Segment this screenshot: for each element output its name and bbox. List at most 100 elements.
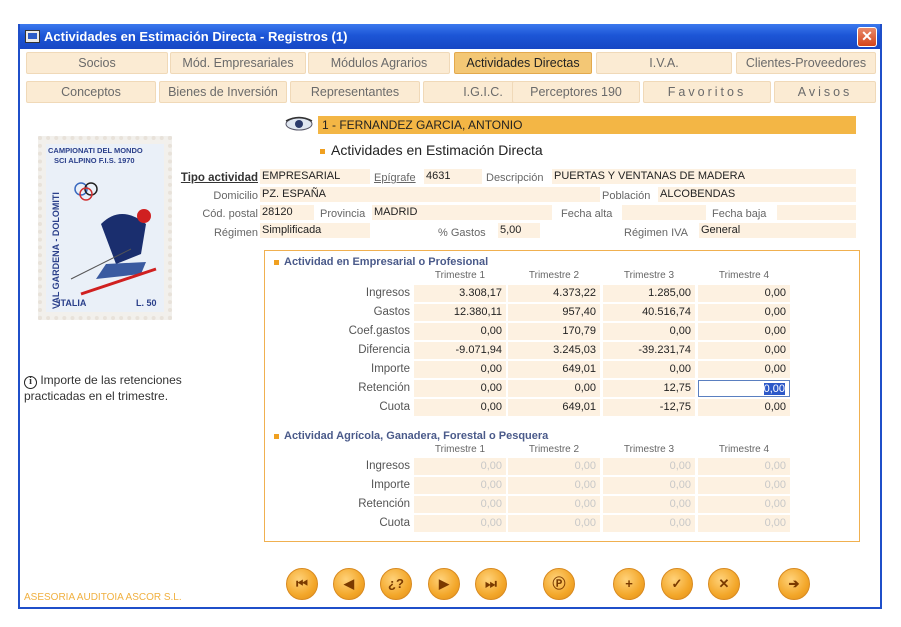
agricola-value-cell[interactable]: 0,00: [603, 515, 695, 532]
tab-bienes-inversion[interactable]: Bienes de Inversión: [159, 81, 287, 103]
search-button[interactable]: ¿?: [380, 568, 412, 600]
codigo-postal-field[interactable]: 28120: [260, 205, 314, 220]
gastos-pct-field[interactable]: 5,00: [498, 223, 540, 238]
empresarial-value-cell[interactable]: 649,01: [508, 399, 600, 416]
empresarial-value-cell[interactable]: 0,00: [698, 285, 790, 302]
tab-clientes-proveedores[interactable]: Clientes-Proveedores: [736, 52, 876, 74]
empresarial-value-cell[interactable]: 0,00: [414, 361, 506, 378]
empresarial-value-cell[interactable]: 649,01: [508, 361, 600, 378]
fecha-baja-field[interactable]: [777, 205, 856, 220]
cancel-button[interactable]: ✕: [708, 568, 740, 600]
empresarial-value-cell[interactable]: 0,00: [698, 304, 790, 321]
company-footer: ASESORIA AUDITOIA ASCOR S.L.: [24, 592, 182, 603]
empresarial-value-cell[interactable]: 3.245,03: [508, 342, 600, 359]
fecha-baja-label: Fecha baja: [712, 208, 767, 220]
agricola-value-cell[interactable]: 0,00: [698, 477, 790, 494]
empresarial-value-cell[interactable]: 40.516,74: [603, 304, 695, 321]
tipo-actividad-field[interactable]: EMPRESARIAL: [260, 169, 370, 184]
regimen-iva-field[interactable]: General: [699, 223, 856, 238]
fecha-alta-label: Fecha alta: [561, 208, 613, 220]
agricola-value-cell[interactable]: 0,00: [603, 477, 695, 494]
agricola-value-cell[interactable]: 0,00: [603, 496, 695, 513]
empresarial-value-cell[interactable]: -9.071,94: [414, 342, 506, 359]
info-text-line1: Importe de las retenciones: [40, 373, 182, 387]
tab-perceptores-190[interactable]: Perceptores 190: [512, 81, 640, 103]
agricola-value-cell[interactable]: 0,00: [698, 458, 790, 475]
empresarial-value-cell[interactable]: 0,00: [414, 323, 506, 340]
tipo-actividad-label[interactable]: Tipo actividad: [170, 172, 258, 184]
empresarial-value-cell[interactable]: 12,75: [603, 380, 695, 397]
accept-button[interactable]: ✓: [661, 568, 693, 600]
tab-socios[interactable]: Socios: [26, 52, 168, 74]
fecha-alta-field[interactable]: [622, 205, 706, 220]
tab-modulos-empresariales[interactable]: Mód. Empresariales: [170, 52, 306, 74]
add-button[interactable]: +: [613, 568, 645, 600]
empresarial-value-cell[interactable]: 170,79: [508, 323, 600, 340]
skier-illustration: [70, 182, 157, 296]
domicilio-field[interactable]: PZ. ESPAÑA: [260, 187, 600, 202]
empresarial-value-cell[interactable]: 0,00: [508, 380, 600, 397]
poblacion-field[interactable]: ALCOBENDAS: [658, 187, 856, 202]
agricola-value-cell[interactable]: 0,00: [414, 496, 506, 513]
agricola-value-cell[interactable]: 0,00: [698, 515, 790, 532]
agricola-value-cell[interactable]: 0,00: [508, 496, 600, 513]
agricola-quarter-header: Trimestre 2: [528, 444, 580, 455]
empresarial-value-cell[interactable]: 3.308,17: [414, 285, 506, 302]
agricola-value-cell[interactable]: 0,00: [414, 477, 506, 494]
regimen-field[interactable]: Simplificada: [260, 223, 370, 238]
agricola-value-cell[interactable]: 0,00: [698, 496, 790, 513]
tab-actividades-directas[interactable]: Actividades Directas: [454, 52, 592, 74]
agricola-value-cell[interactable]: 0,00: [414, 515, 506, 532]
empresarial-row-label: Ingresos: [365, 287, 410, 299]
regimen-label: Régimen: [213, 227, 258, 239]
empresarial-value-cell[interactable]: 957,40: [508, 304, 600, 321]
poblacion-label: Población: [602, 190, 651, 202]
tab-avisos[interactable]: Avisos: [774, 81, 876, 103]
empresarial-value-cell[interactable]: 0,00: [698, 342, 790, 359]
empresarial-value-cell[interactable]: 1.285,00: [603, 285, 695, 302]
previous-record-button[interactable]: ◀: [333, 568, 365, 600]
selected-value[interactable]: 0,00: [763, 383, 785, 395]
tab-modulos-agrarios[interactable]: Módulos Agrarios: [308, 52, 450, 74]
descripcion-field[interactable]: PUERTAS Y VENTANAS DE MADERA: [552, 169, 856, 184]
tab-favoritos[interactable]: Favoritos: [643, 81, 771, 103]
agricola-row-label: Retención: [358, 498, 410, 510]
empresarial-value-cell[interactable]: 0,00: [603, 361, 695, 378]
agricola-value-cell[interactable]: 0,00: [508, 477, 600, 494]
provincia-label: Provincia: [320, 208, 366, 220]
close-button[interactable]: ✕: [857, 27, 877, 47]
first-record-button[interactable]: ⏮: [286, 568, 318, 600]
empresarial-value-cell[interactable]: -12,75: [603, 399, 695, 416]
epigrafe-field[interactable]: 4631: [424, 169, 482, 184]
stamp-value: L. 50: [136, 298, 157, 308]
empresarial-value-cell[interactable]: 0,00: [698, 380, 790, 397]
empresarial-quarter-header: Trimestre 2: [528, 270, 580, 281]
last-record-button[interactable]: ⏭: [475, 568, 507, 600]
empresarial-value-cell[interactable]: 0,00: [698, 361, 790, 378]
empresarial-value-cell[interactable]: 4.373,22: [508, 285, 600, 302]
empresarial-value-cell[interactable]: 12.380,11: [414, 304, 506, 321]
empresarial-quarter-header: Trimestre 4: [718, 270, 770, 281]
agricola-value-cell[interactable]: 0,00: [603, 458, 695, 475]
tab-representantes[interactable]: Representantes: [290, 81, 420, 103]
empresarial-value-cell[interactable]: 0,00: [414, 399, 506, 416]
app-window: Actividades en Estimación Directa - Regi…: [18, 24, 882, 609]
tab-iva[interactable]: I.V.A.: [596, 52, 732, 74]
empresarial-value-cell[interactable]: 0,00: [698, 399, 790, 416]
tab-conceptos[interactable]: Conceptos: [26, 81, 156, 103]
agricola-value-cell[interactable]: 0,00: [414, 458, 506, 475]
empresarial-value-cell[interactable]: 0,00: [603, 323, 695, 340]
exit-button[interactable]: ➔: [778, 568, 810, 600]
print-button[interactable]: Ⓟ: [543, 568, 575, 600]
provincia-field[interactable]: MADRID: [372, 205, 552, 220]
empresarial-value-cell[interactable]: -39.231,74: [603, 342, 695, 359]
agricola-value-cell[interactable]: 0,00: [508, 458, 600, 475]
agricola-quarter-header: Trimestre 4: [718, 444, 770, 455]
empresarial-row-label: Retención: [358, 382, 410, 394]
agricola-value-cell[interactable]: 0,00: [508, 515, 600, 532]
empresarial-value-cell[interactable]: 0,00: [698, 323, 790, 340]
empresarial-value-cell[interactable]: 0,00: [414, 380, 506, 397]
next-record-button[interactable]: ▶: [428, 568, 460, 600]
info-text-line2: practicadas en el trimestre.: [24, 389, 169, 403]
title-bar: Actividades en Estimación Directa - Regi…: [20, 24, 880, 49]
